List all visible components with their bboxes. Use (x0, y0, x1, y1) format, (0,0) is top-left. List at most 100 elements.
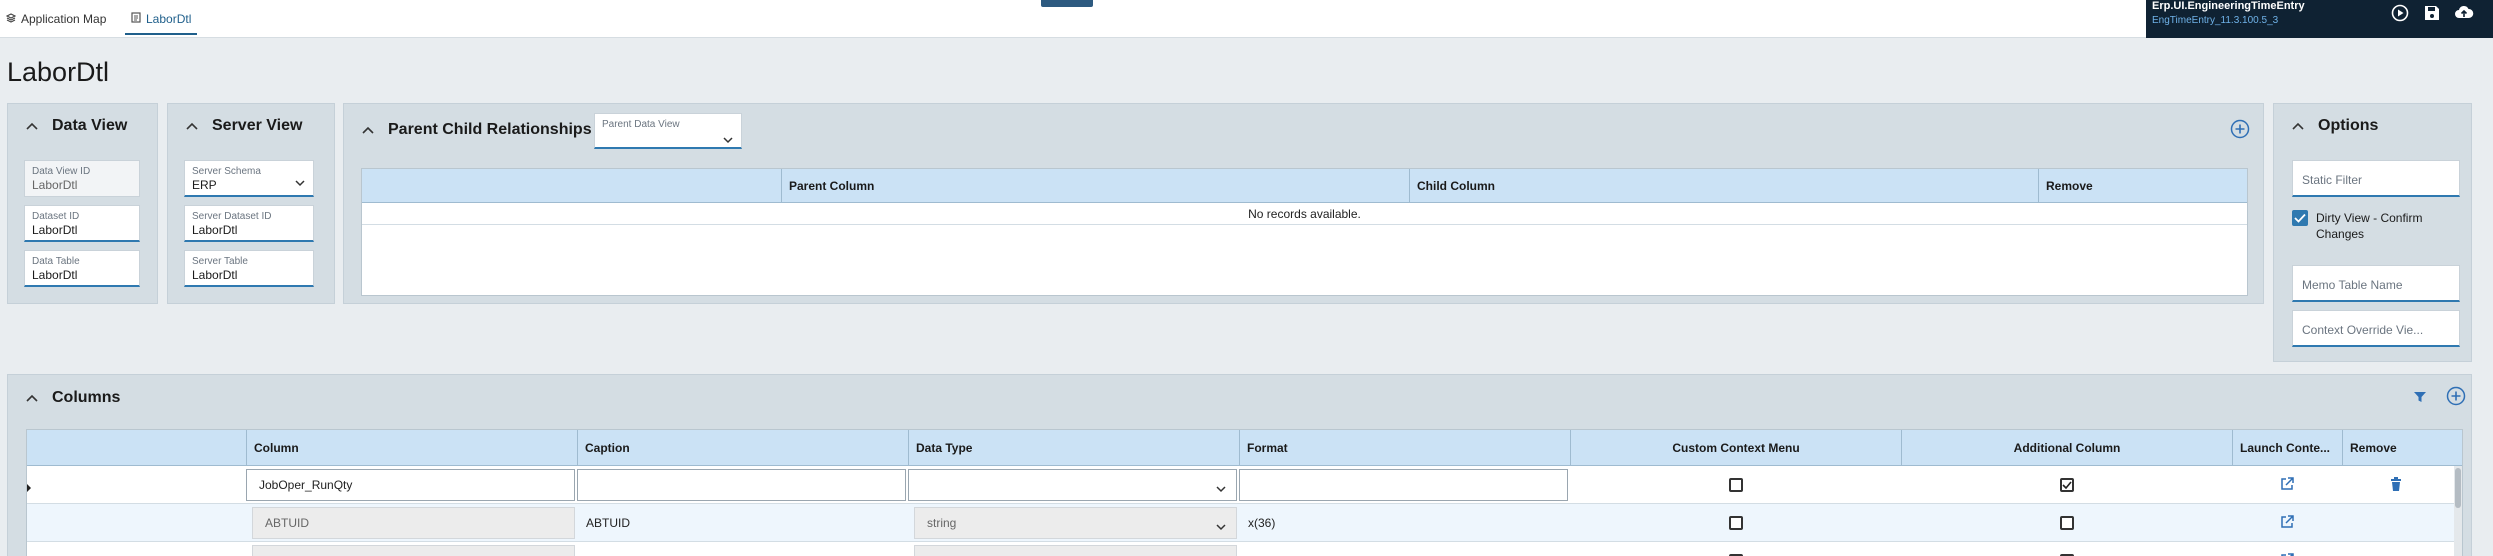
top-bar: Application Map LaborDtl Erp.UI.Engineer… (0, 0, 2493, 38)
card-title: Data View (52, 117, 128, 134)
empty-message: No records available. (362, 203, 2247, 225)
options-card: Options Static Filter Dirty View - Confi… (2273, 103, 2472, 362)
custom-context-menu-cell[interactable] (1570, 542, 1901, 556)
format-cell[interactable]: x(36) (1239, 504, 1570, 542)
select-column-header (27, 430, 246, 466)
parent-data-view-select[interactable]: Parent Data View (594, 113, 742, 149)
parent-child-card: Parent Child Relationships Parent Data V… (343, 103, 2264, 304)
server-view-card: Server View Server Schema ERP Server Dat… (167, 103, 335, 304)
launch-context-cell[interactable] (2232, 504, 2342, 542)
center-badge (1041, 0, 1093, 7)
server-dataset-id-field[interactable]: Server Dataset ID LaborDtl (184, 205, 314, 242)
more-icon[interactable] (2486, 3, 2493, 23)
custom-context-menu-cell[interactable] (1570, 466, 1901, 504)
caption-cell[interactable]: ABTUID (577, 504, 908, 542)
caption-input[interactable] (577, 469, 906, 501)
remove-column-header: Remove (2038, 169, 2247, 203)
app-name: Erp.UI.EngineeringTimeEntry (2152, 0, 2305, 12)
checkbox-unchecked-icon[interactable] (2059, 516, 2074, 530)
app-info-panel: Erp.UI.EngineeringTimeEntry EngTimeEntry… (2146, 0, 2493, 38)
save-icon[interactable] (2422, 3, 2442, 23)
table-row[interactable]: ActID ActivityID string x(10) (27, 542, 2462, 556)
checkbox-checked-icon[interactable] (2059, 478, 2074, 492)
data-type-select[interactable]: string (914, 507, 1237, 539)
column-header[interactable]: Column (246, 430, 577, 466)
dirty-view-label: Dirty View - Confirm Changes (2316, 211, 2423, 241)
format-input[interactable] (1239, 469, 1568, 501)
data-type-select[interactable]: string (914, 545, 1237, 556)
checkbox-checked-icon[interactable] (2292, 210, 2308, 226)
select-column-header (362, 169, 781, 203)
dirty-view-checkbox[interactable]: Dirty View - Confirm Changes (2292, 210, 2462, 246)
column-name-cell: ActID (252, 545, 575, 556)
chevron-down-icon (723, 133, 733, 147)
column-name-cell: ABTUID (252, 507, 575, 539)
data-type-select[interactable] (908, 469, 1237, 501)
launch-context-header[interactable]: Launch Conte... (2232, 430, 2342, 466)
checkbox-unchecked-icon[interactable] (1728, 478, 1743, 492)
tab-application-map[interactable]: Application Map (5, 0, 107, 38)
caption-header[interactable]: Caption (577, 430, 908, 466)
parent-child-grid: Parent Column Child Column Remove No rec… (361, 168, 2248, 296)
add-relationship-icon[interactable] (2230, 119, 2250, 139)
child-column-header[interactable]: Child Column (1409, 169, 2038, 203)
data-table-field[interactable]: Data Table LaborDtl (24, 250, 140, 287)
remove-cell[interactable] (2342, 466, 2450, 504)
chevron-up-icon[interactable] (360, 122, 376, 138)
table-row[interactable]: JobOper_RunQty (27, 466, 2462, 504)
play-icon[interactable] (2390, 3, 2410, 23)
additional-column-cell[interactable] (1901, 504, 2232, 542)
card-title: Server View (212, 117, 303, 134)
memo-table-name-input[interactable]: Memo Table Name (2292, 265, 2460, 302)
parent-column-header[interactable]: Parent Column (781, 169, 1409, 203)
tab-label: Application Map (21, 12, 107, 26)
card-title: Options (2318, 117, 2379, 134)
caption-cell[interactable]: ActivityID (577, 542, 908, 556)
trash-icon[interactable] (2390, 476, 2402, 494)
additional-column-header[interactable]: Additional Column (1901, 430, 2232, 466)
tab-label: LaborDtl (146, 12, 192, 26)
scrollbar-thumb[interactable] (2455, 468, 2461, 508)
chevron-down-icon (295, 176, 305, 190)
chevron-down-icon (1216, 482, 1226, 496)
additional-column-cell[interactable] (1901, 466, 2232, 504)
launch-context-cell[interactable] (2232, 466, 2342, 504)
add-column-icon[interactable] (2446, 386, 2466, 406)
vertical-scrollbar[interactable] (2454, 466, 2462, 556)
chevron-up-icon[interactable] (24, 390, 40, 406)
columns-card: Columns Column Caption Data Type Format … (7, 374, 2472, 556)
custom-context-menu-cell[interactable] (1570, 504, 1901, 542)
context-override-input[interactable]: Context Override Vie... (2292, 310, 2460, 347)
checkbox-unchecked-icon[interactable] (1728, 516, 1743, 530)
launch-context-cell[interactable] (2232, 542, 2342, 556)
external-link-icon[interactable] (2280, 476, 2294, 494)
chevron-up-icon[interactable] (184, 118, 200, 134)
dataset-id-field[interactable]: Dataset ID LaborDtl (24, 205, 140, 242)
server-table-field[interactable]: Server Table LaborDtl (184, 250, 314, 287)
external-link-icon[interactable] (2280, 514, 2294, 532)
table-row[interactable]: ABTUID ABTUID string x(36) (27, 504, 2462, 542)
server-schema-select[interactable]: Server Schema ERP (184, 160, 314, 197)
column-name-input[interactable]: JobOper_RunQty (246, 469, 575, 501)
chevron-up-icon[interactable] (24, 118, 40, 134)
data-view-id-field: Data View ID LaborDtl (24, 160, 140, 197)
app-map-icon (5, 12, 17, 26)
data-view-card: Data View Data View ID LaborDtl Dataset … (7, 103, 158, 304)
format-cell[interactable]: x(10) (1239, 542, 1570, 556)
cloud-upload-icon[interactable] (2454, 3, 2474, 23)
row-indicator-icon (27, 481, 32, 495)
external-link-icon[interactable] (2280, 552, 2294, 556)
remove-header: Remove (2342, 430, 2450, 466)
custom-context-menu-header[interactable]: Custom Context Menu (1570, 430, 1901, 466)
app-version[interactable]: EngTimeEntry_11.3.100.5_3 (2152, 15, 2278, 26)
format-header[interactable]: Format (1239, 430, 1570, 466)
card-title: Parent Child Relationships (388, 121, 592, 138)
chevron-up-icon[interactable] (2290, 118, 2306, 134)
additional-column-cell[interactable] (1901, 542, 2232, 556)
tab-labordtl[interactable]: LaborDtl (124, 0, 198, 38)
static-filter-input[interactable]: Static Filter (2292, 160, 2460, 197)
filter-icon[interactable] (2412, 389, 2428, 405)
data-type-header[interactable]: Data Type (908, 430, 1239, 466)
document-icon (131, 12, 141, 26)
remove-cell (2342, 504, 2450, 542)
